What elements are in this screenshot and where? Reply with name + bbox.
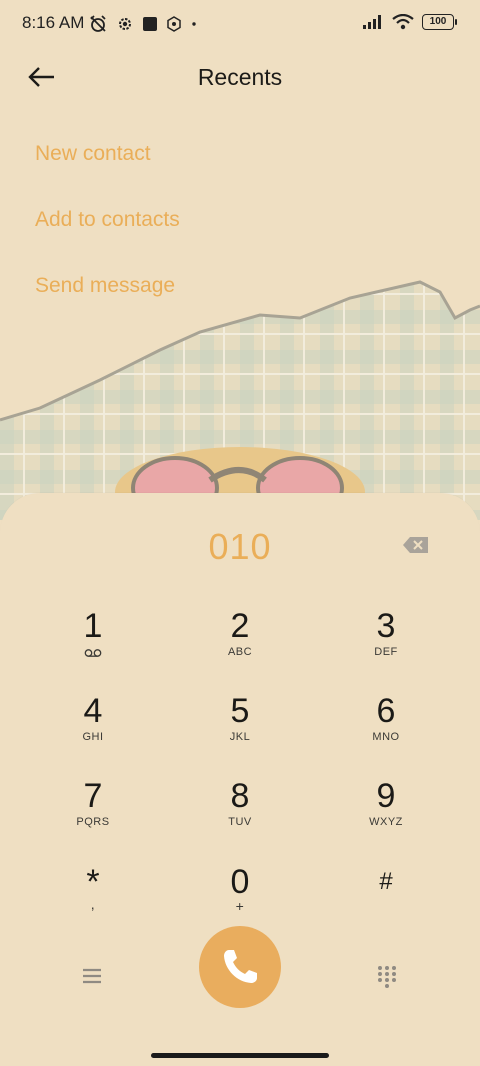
new-contact-link[interactable]: New contact [35, 142, 151, 166]
key-3[interactable]: 3 DEF [326, 608, 446, 678]
key-hash[interactable]: # [326, 864, 446, 934]
key-letters: + [235, 898, 245, 914]
key-digit: 5 [230, 692, 250, 730]
key-2[interactable]: 2 ABC [180, 608, 300, 678]
key-digit: 6 [376, 692, 396, 730]
phone-icon [224, 950, 257, 983]
key-star[interactable]: * , [33, 864, 153, 934]
key-letters: PQRS [76, 816, 110, 828]
menu-icon [83, 968, 101, 984]
status-bar: 8:16 AM 100 [0, 0, 480, 48]
sim-hex-icon [167, 16, 181, 32]
status-icons-right: 100 [362, 14, 457, 30]
settings-gear-icon [119, 18, 131, 30]
key-letters: GHI [82, 731, 104, 743]
status-time: 8:16 AM [22, 13, 85, 32]
dot-icon [192, 22, 196, 26]
key-digit: 8 [230, 777, 250, 815]
key-digit: 3 [376, 607, 396, 645]
call-button[interactable] [199, 926, 281, 1008]
home-indicator[interactable] [151, 1053, 329, 1058]
key-0[interactable]: 0 + [180, 864, 300, 934]
key-6[interactable]: 6 MNO [326, 693, 446, 763]
key-digit: 7 [83, 777, 103, 815]
key-digit: 2 [230, 607, 250, 645]
add-to-contacts-link[interactable]: Add to contacts [35, 208, 180, 232]
key-4[interactable]: 4 GHI [33, 693, 153, 763]
page-title: Recents [197, 64, 283, 90]
key-9[interactable]: 9 WXYZ [326, 778, 446, 848]
dialpad-toggle-button[interactable] [376, 964, 398, 988]
key-digit: 0 [230, 863, 250, 901]
key-digit: 9 [376, 777, 396, 815]
key-letters: WXYZ [369, 816, 403, 828]
key-digit: # [379, 868, 393, 895]
app-square-icon [143, 17, 157, 31]
backspace-icon [403, 537, 428, 553]
key-5[interactable]: 5 JKL [180, 693, 300, 763]
dialpad-grid-icon [378, 966, 396, 988]
app-header: Recents [0, 52, 480, 104]
signal-icon [363, 15, 381, 29]
battery-icon: 100 [422, 14, 457, 30]
key-7[interactable]: 7 PQRS [33, 778, 153, 848]
key-letters: MNO [372, 731, 400, 743]
voicemail-icon [84, 649, 102, 657]
menu-button[interactable] [80, 965, 104, 987]
key-digit: 4 [83, 692, 103, 730]
key-digit: 1 [83, 607, 103, 645]
status-icons-left [88, 14, 198, 34]
key-digit: * [86, 863, 100, 901]
key-letters: DEF [374, 646, 398, 658]
key-letters: TUV [228, 816, 252, 828]
backspace-button[interactable] [402, 535, 430, 555]
key-letters: ABC [227, 646, 253, 658]
key-8[interactable]: 8 TUV [180, 778, 300, 848]
key-letters: , [90, 896, 96, 912]
wifi-icon [392, 14, 414, 30]
key-1[interactable]: 1 [33, 608, 153, 678]
wallpaper-illustration [0, 280, 480, 520]
alarm-off-icon [90, 15, 106, 32]
key-letters: JKL [229, 731, 251, 743]
